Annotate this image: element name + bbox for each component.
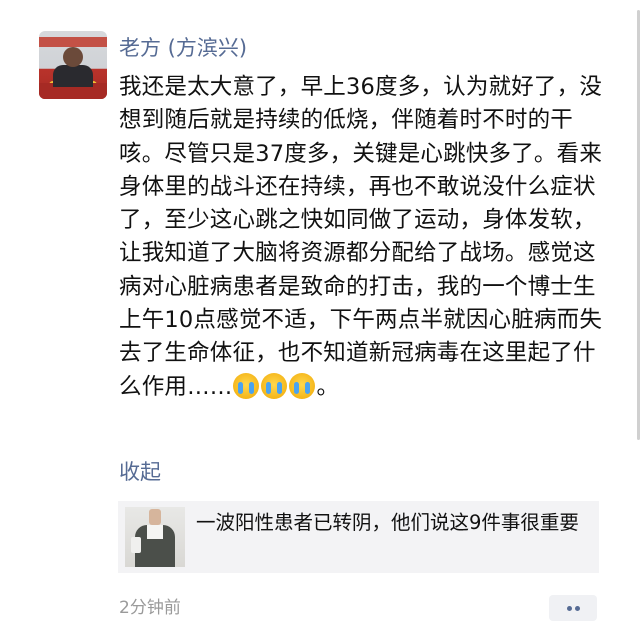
crying-face-icon [288, 372, 315, 399]
avatar[interactable] [39, 31, 107, 99]
dot [567, 606, 572, 611]
emoji-group: 。 [232, 372, 340, 400]
article-title: 一波阳性患者已转阴，他们说这9件事很重要 [196, 511, 579, 534]
avatar-banner [39, 37, 107, 47]
dot [575, 606, 580, 611]
collapse-link[interactable]: 收起 [119, 457, 161, 487]
avatar-head [63, 47, 83, 67]
shared-article-card[interactable]: 一波阳性患者已转阴，他们说这9件事很重要 [118, 501, 599, 573]
post-text-end: 。 [316, 373, 340, 400]
avatar-body [53, 65, 93, 87]
thumb-collar [147, 525, 163, 539]
post-body-text: 我还是太大意了，早上36度多，认为就好了，没想到随后就是持续的低烧，伴随着时不时… [119, 74, 603, 400]
thumb-neck [149, 509, 161, 525]
crying-face-icon [260, 372, 287, 399]
crying-face-icon [232, 372, 259, 399]
username[interactable]: 老方 (方滨兴) [119, 33, 247, 63]
article-thumbnail [125, 507, 185, 567]
thumb-badge [131, 537, 141, 553]
timestamp: 2分钟前 [119, 598, 181, 618]
more-dots-icon[interactable] [549, 595, 597, 621]
post-text: 我还是太大意了，早上36度多，认为就好了，没想到随后就是持续的低烧，伴随着时不时… [119, 71, 604, 404]
